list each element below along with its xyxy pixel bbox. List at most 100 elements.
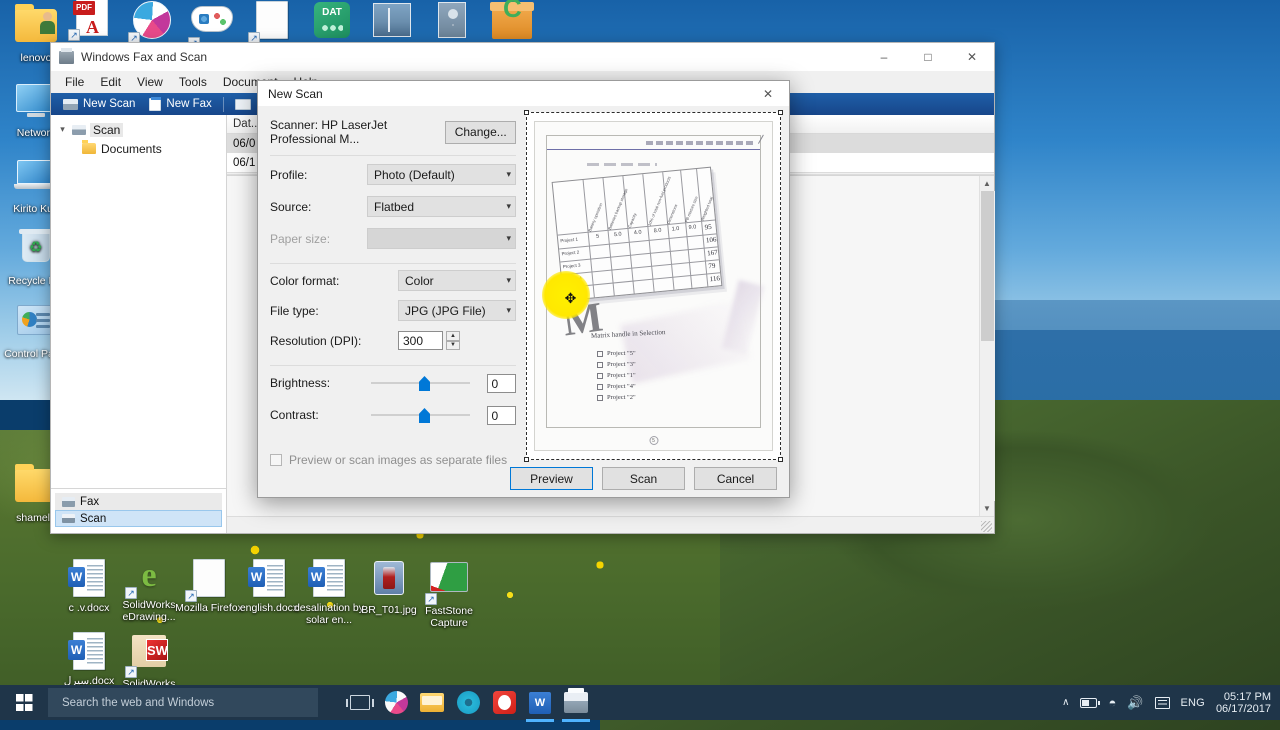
resize-grip[interactable] bbox=[981, 521, 992, 532]
windows-logo-icon bbox=[15, 694, 33, 711]
color-format-select[interactable]: Color ▾ bbox=[398, 270, 516, 291]
taskbar-pinned-icons[interactable]: W bbox=[346, 688, 590, 722]
taskbar-word-button[interactable]: W bbox=[526, 691, 554, 722]
toolbar-new-fax-button[interactable]: New Fax bbox=[142, 96, 218, 113]
scrollbar-track[interactable] bbox=[979, 191, 995, 501]
source-select[interactable]: Flatbed ▾ bbox=[367, 196, 516, 217]
nav-item-scan[interactable]: Scan bbox=[55, 510, 222, 527]
source-value: Flatbed bbox=[374, 199, 415, 214]
action-center-icon[interactable] bbox=[1154, 696, 1170, 709]
legend-swatch bbox=[597, 372, 603, 379]
system-tray[interactable]: ∧ ◓ 🔊 ENG 05:17 PM 06/17/2017 bbox=[1062, 691, 1280, 715]
brightness-slider[interactable] bbox=[371, 375, 470, 391]
scrollbar-thumb[interactable] bbox=[980, 191, 994, 341]
dialog-close-button[interactable]: ✕ bbox=[747, 81, 789, 106]
solidworks-icon: SW ↗ bbox=[125, 635, 171, 678]
close-button[interactable]: ✕ bbox=[950, 43, 994, 71]
wifi-icon[interactable]: ◓ bbox=[1108, 695, 1116, 710]
taskbar-fax-and-scan-button[interactable] bbox=[562, 688, 590, 722]
taskbar[interactable]: Search the web and Windows W ∧ ◓ 🔊 ENG 0… bbox=[0, 685, 1280, 722]
crop-handle-top-left[interactable] bbox=[524, 110, 529, 115]
taskbar-opera-button[interactable] bbox=[492, 691, 516, 715]
tree-item-documents[interactable]: Documents bbox=[57, 139, 226, 158]
pdf-document-icon: ↗ bbox=[68, 0, 114, 41]
scan-preview-crop-area[interactable]: Battery operation Batteries backup stora… bbox=[524, 110, 783, 462]
legend-swatch bbox=[597, 394, 603, 401]
slider-thumb[interactable] bbox=[419, 408, 430, 423]
show-hidden-icons-chevron-icon[interactable]: ∧ bbox=[1062, 697, 1069, 708]
crop-handle-bottom-left[interactable] bbox=[524, 457, 529, 462]
row-date: 06/1 bbox=[233, 156, 256, 169]
task-view-button[interactable] bbox=[346, 691, 374, 715]
clock[interactable]: 05:17 PM 06/17/2017 bbox=[1216, 691, 1271, 715]
tree-item-scan[interactable]: ▾ Scan bbox=[57, 120, 226, 139]
spin-up-icon[interactable]: ▲ bbox=[446, 331, 460, 341]
brightness-label: Brightness: bbox=[270, 376, 331, 390]
shortcut-arrow-icon: ↗ bbox=[125, 587, 137, 599]
toolbar-button-label: New Scan bbox=[83, 98, 136, 110]
start-button[interactable] bbox=[0, 685, 48, 720]
menu-tools[interactable]: Tools bbox=[171, 72, 215, 92]
nav-item-fax[interactable]: Fax bbox=[55, 493, 222, 510]
cancel-button[interactable]: Cancel bbox=[694, 467, 777, 490]
search-input[interactable]: Search the web and Windows bbox=[48, 688, 318, 717]
preview-scrollbar[interactable]: ▲ ▼ bbox=[979, 176, 995, 516]
file-type-select[interactable]: JPG (JPG File) ▾ bbox=[398, 300, 516, 321]
change-scanner-button[interactable]: Change... bbox=[445, 120, 516, 144]
fax-and-scan-icon bbox=[564, 688, 588, 713]
crop-handle-top-right[interactable] bbox=[778, 110, 783, 115]
battery-icon[interactable] bbox=[1080, 697, 1100, 708]
shortcut-arrow-icon: ↗ bbox=[125, 666, 137, 678]
chevron-down-icon: ▾ bbox=[506, 233, 511, 243]
photo-windturbine-icon bbox=[370, 3, 414, 45]
menu-file[interactable]: File bbox=[57, 72, 92, 92]
fax-window-titlebar[interactable]: Windows Fax and Scan – □ ✕ bbox=[51, 43, 994, 71]
crop-handle-bottom-right[interactable] bbox=[778, 457, 783, 462]
minimize-button[interactable]: – bbox=[862, 43, 906, 71]
taskbar-file-explorer-button[interactable] bbox=[420, 691, 444, 715]
spin-down-icon[interactable]: ▼ bbox=[446, 340, 460, 350]
divider bbox=[270, 155, 516, 156]
edrawings-icon: e ↗ bbox=[125, 556, 171, 599]
desktop-icon-faststone-capture[interactable]: ↗ FastStone Capture bbox=[413, 556, 485, 629]
slider-thumb[interactable] bbox=[419, 376, 430, 391]
scroll-down-arrow-icon[interactable]: ▼ bbox=[980, 501, 995, 516]
scroll-up-arrow-icon[interactable]: ▲ bbox=[980, 176, 995, 191]
taskbar-swirl-browser-button[interactable] bbox=[384, 691, 408, 715]
toolbar-envelope-button[interactable] bbox=[228, 97, 258, 112]
word-document-icon bbox=[67, 559, 111, 601]
profile-select[interactable]: Photo (Default) ▾ bbox=[367, 164, 516, 185]
fax-window-title: Windows Fax and Scan bbox=[81, 50, 208, 64]
language-indicator[interactable]: ENG bbox=[1181, 697, 1205, 709]
dat-file-icon bbox=[310, 2, 354, 44]
navigation-pane[interactable]: Fax Scan bbox=[51, 488, 226, 533]
contrast-slider[interactable] bbox=[371, 407, 470, 423]
resolution-stepper[interactable]: 300 ▲ ▼ bbox=[398, 331, 460, 350]
scanner-row: Scanner: HP LaserJet Professional M... C… bbox=[270, 118, 516, 146]
dialog-titlebar[interactable]: New Scan ✕ bbox=[258, 81, 789, 106]
folder-tree[interactable]: ▾ Scan Documents bbox=[51, 115, 226, 488]
resolution-spin-buttons[interactable]: ▲ ▼ bbox=[446, 331, 460, 350]
opera-icon bbox=[492, 691, 516, 714]
brightness-value[interactable]: 0 bbox=[486, 373, 516, 393]
chevron-down-icon: ▾ bbox=[506, 169, 511, 179]
toolbar-new-scan-button[interactable]: New Scan bbox=[56, 96, 142, 112]
desktop-icon-solidworks[interactable]: SW ↗ SolidWorks bbox=[113, 629, 185, 691]
toolbar-separator bbox=[222, 96, 224, 112]
new-scan-dialog[interactable]: New Scan ✕ Scanner: HP LaserJet Professi… bbox=[257, 80, 790, 498]
menu-edit[interactable]: Edit bbox=[92, 72, 129, 92]
preview-button[interactable]: Preview bbox=[510, 467, 593, 490]
chevron-down-icon[interactable]: ▾ bbox=[57, 124, 68, 135]
contrast-value[interactable]: 0 bbox=[486, 405, 516, 425]
fax-window-controls[interactable]: – □ ✕ bbox=[862, 43, 994, 71]
taskbar-media-player-button[interactable] bbox=[456, 691, 480, 715]
scan-button[interactable]: Scan bbox=[602, 467, 685, 490]
resolution-label: Resolution (DPI): bbox=[270, 333, 362, 348]
maximize-button[interactable]: □ bbox=[906, 43, 950, 71]
volume-icon[interactable]: 🔊 bbox=[1127, 695, 1143, 711]
legend-label: Project "1" bbox=[607, 372, 636, 379]
scan-icon bbox=[62, 514, 75, 523]
source-label: Source: bbox=[270, 199, 312, 214]
menu-view[interactable]: View bbox=[129, 72, 171, 92]
resolution-input[interactable]: 300 bbox=[398, 331, 443, 350]
